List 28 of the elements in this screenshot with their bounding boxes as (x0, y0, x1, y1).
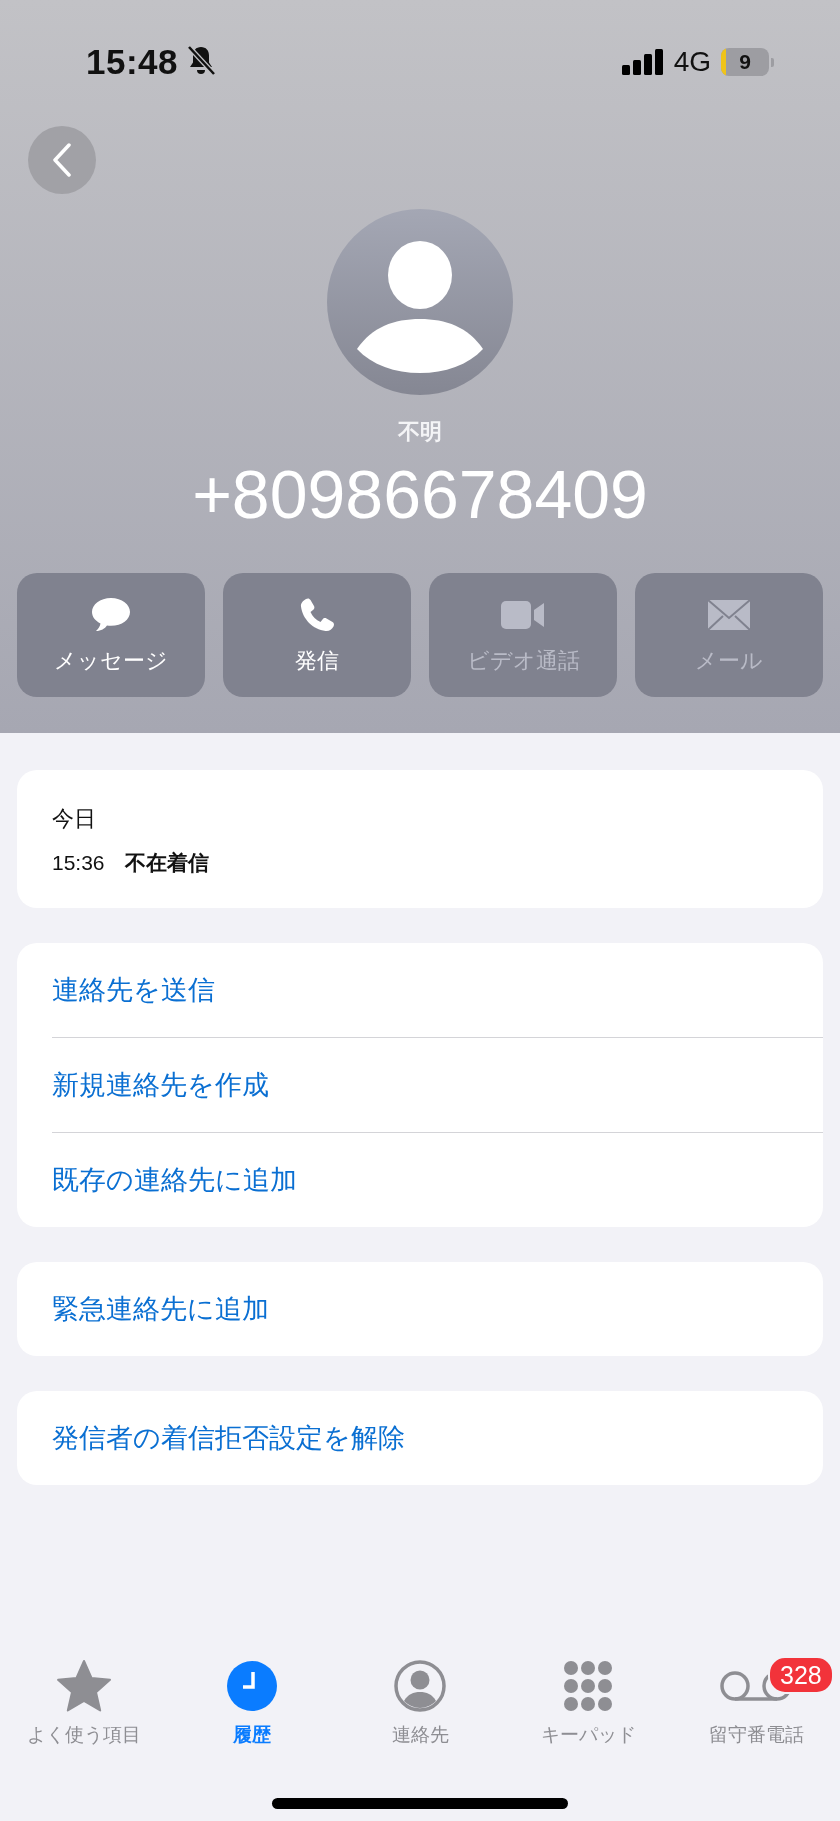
tab-item[interactable]: 留守番電話 328 (672, 1658, 840, 1758)
battery-indicator: 9 (721, 48, 774, 76)
tab-item[interactable]: 連絡先 (336, 1658, 504, 1758)
tab-item[interactable]: 履歴 (168, 1658, 336, 1758)
call-time: 15:36 (52, 850, 105, 876)
option-link[interactable]: 既存の連絡先に追加 (52, 1132, 823, 1227)
contact-label: 不明 (398, 419, 442, 445)
video-camera-icon (499, 598, 547, 632)
clock-icon (226, 1660, 278, 1712)
date-heading: 今日 (52, 806, 97, 832)
clock-time: 15:48 (86, 42, 179, 82)
phone-number: +80986678409 (192, 461, 648, 527)
action-button[interactable]: メッセージ (17, 573, 205, 697)
action-button[interactable]: 発信 (223, 573, 411, 697)
chevron-left-icon (52, 143, 72, 177)
option-link[interactable]: 連絡先を送信 (52, 943, 823, 1037)
option-link[interactable]: 新規連絡先を作成 (52, 1037, 823, 1132)
envelope-icon (706, 598, 752, 632)
star-icon (56, 1659, 112, 1713)
tab-item[interactable]: よく使う項目 (0, 1658, 168, 1758)
network-type: 4G (673, 46, 711, 78)
keypad-icon (562, 1660, 614, 1712)
signal-strength-icon (621, 49, 664, 75)
tab-item[interactable]: キーパッド (504, 1658, 672, 1758)
count-badge: 328 (768, 1656, 834, 1694)
avatar-silhouette-icon (327, 209, 513, 395)
call-type: 不在着信 (124, 850, 209, 876)
person-circle-icon (394, 1660, 446, 1712)
